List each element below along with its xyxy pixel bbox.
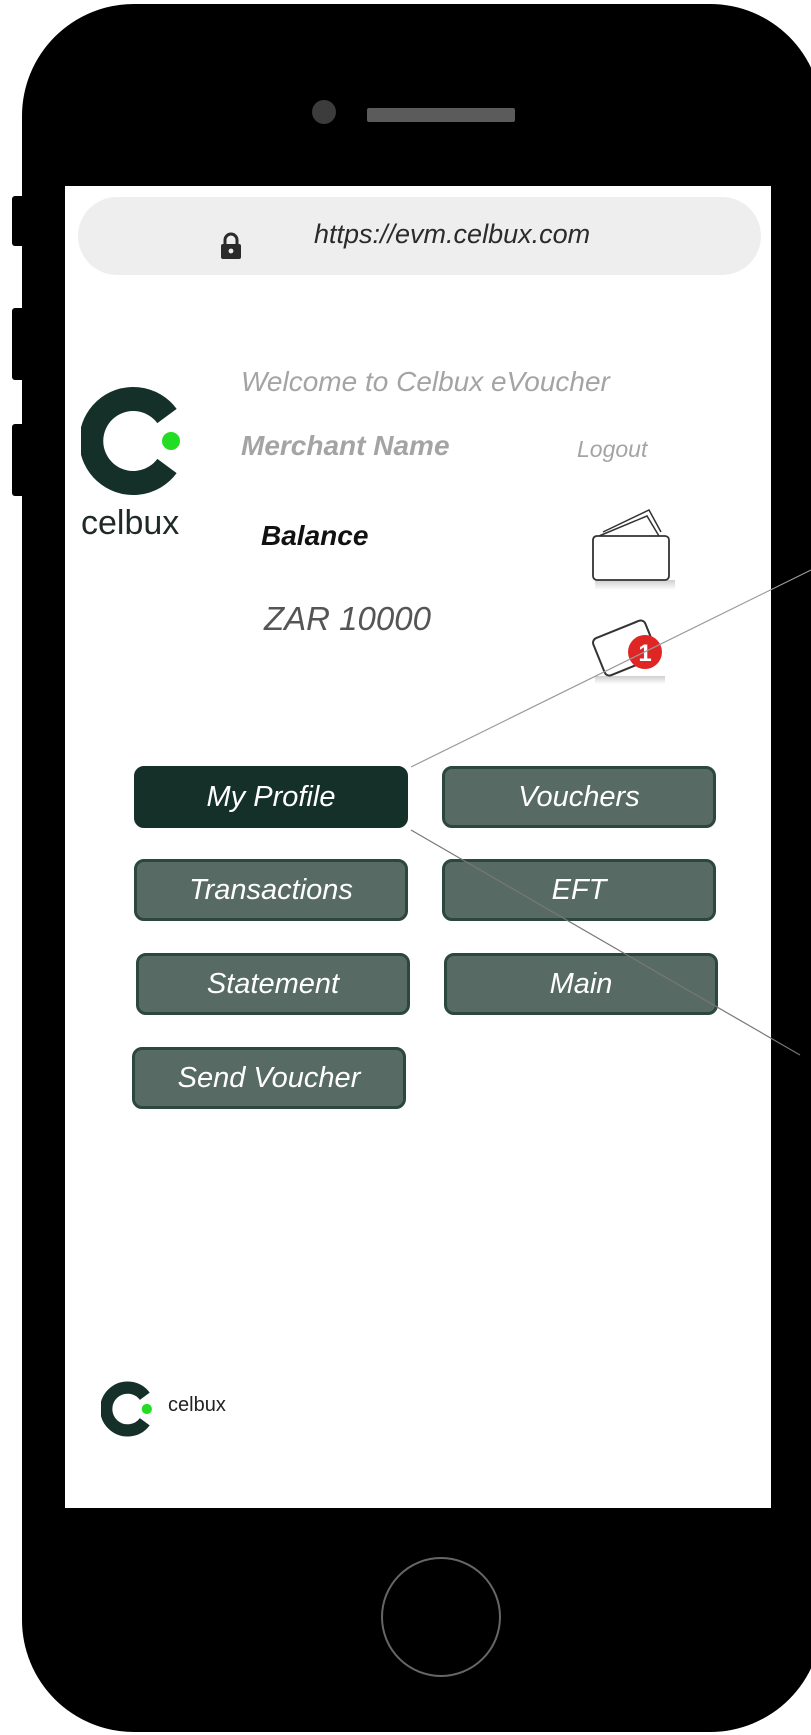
footer-wordmark: celbux [168,1394,226,1416]
send-voucher-button[interactable]: Send Voucher [132,1047,406,1109]
balance-value: ZAR 10000 [264,600,431,637]
url-text[interactable]: https://evm.celbux.com [314,219,590,250]
speaker [367,108,515,122]
notification-icon[interactable]: 1 [585,610,675,695]
balance-label: Balance [261,520,369,551]
camera [312,100,336,124]
screen: https://evm.celbux.com celbux Welcome to… [65,186,771,1508]
my-profile-button[interactable]: My Profile [134,766,408,828]
logo-wordmark: celbux [81,504,180,542]
wallet-icon[interactable] [589,502,679,597]
home-button[interactable] [381,1557,501,1677]
logout-link[interactable]: Logout [577,436,647,463]
eft-button[interactable]: EFT [442,859,716,921]
footer-logo [100,1381,157,1442]
lock-icon [220,232,242,265]
main-button[interactable]: Main [444,953,718,1015]
welcome-text: Welcome to Celbux eVoucher [241,366,610,397]
merchant-name: Merchant Name [241,430,450,461]
transactions-button[interactable]: Transactions [134,859,408,921]
celbux-logo [79,386,191,501]
vouchers-button[interactable]: Vouchers [442,766,716,828]
notification-badge-count: 1 [638,640,651,667]
statement-button[interactable]: Statement [136,953,410,1015]
address-bar[interactable]: https://evm.celbux.com [78,197,761,275]
